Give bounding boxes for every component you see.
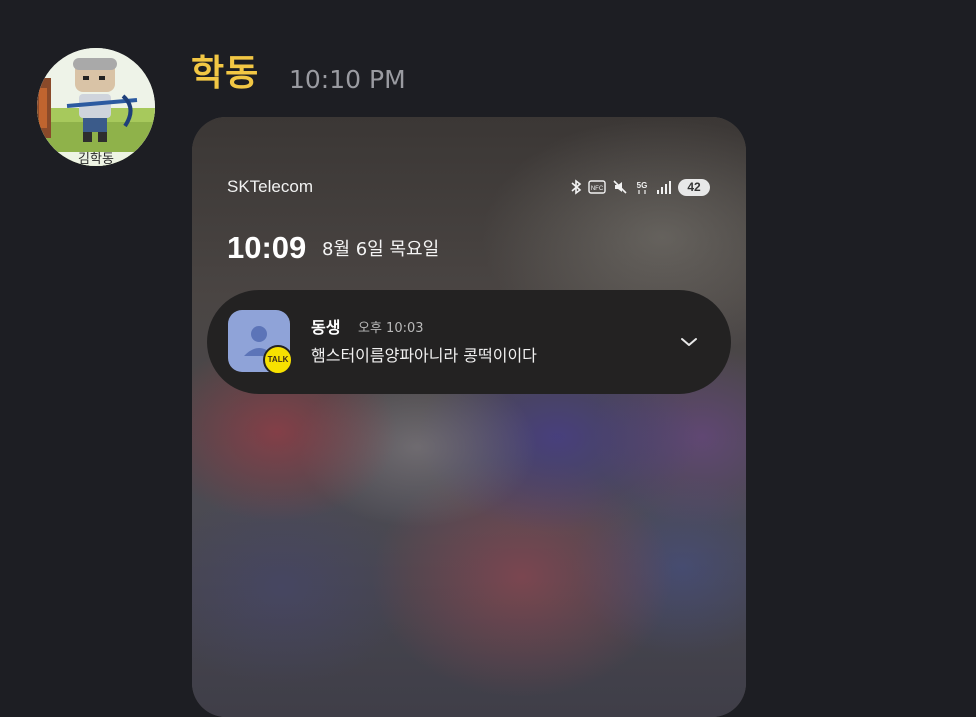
status-bar-icons: NFC 5G 42 <box>570 177 710 197</box>
lock-screen-date: 8월 6일 목요일 <box>322 239 440 260</box>
message-timestamp: 10:10 PM <box>289 65 406 94</box>
sender-name[interactable]: 학동 <box>191 52 259 96</box>
bluetooth-icon <box>571 179 582 195</box>
network-label: 5G <box>637 181 648 190</box>
notification-sender: 동생 <box>311 318 341 337</box>
avatar[interactable]: 김학동 <box>37 48 155 166</box>
lock-screen-time: 10:09 <box>227 230 307 265</box>
kakaotalk-notification[interactable]: TALK 동생 오후 10:03 햄스터이름양파아니라 콩떡이이다 <box>207 290 731 394</box>
battery-indicator: 42 <box>678 178 710 196</box>
avatar-image <box>37 48 155 166</box>
notification-time: 오후 10:03 <box>358 321 424 336</box>
kakaotalk-icon: TALK <box>228 310 293 375</box>
avatar-caption: 김학동 <box>37 152 155 166</box>
nfc-label: NFC <box>591 186 604 192</box>
blurred-home-screen-background <box>192 117 746 717</box>
notification-message: 햄스터이름양파아니라 콩떡이이다 <box>311 346 537 365</box>
talk-badge: TALK <box>263 345 293 375</box>
chevron-down-icon[interactable] <box>677 330 701 354</box>
signal-icon <box>657 181 671 194</box>
carrier-name: SKTelecom <box>227 177 313 196</box>
5g-icon: 5G <box>637 181 648 194</box>
nfc-icon: NFC <box>588 180 606 194</box>
mute-icon <box>613 180 627 194</box>
attached-screenshot[interactable]: SKTelecom NFC 5G 42 10:09 8월 6일 목요일 TALK… <box>192 117 746 717</box>
